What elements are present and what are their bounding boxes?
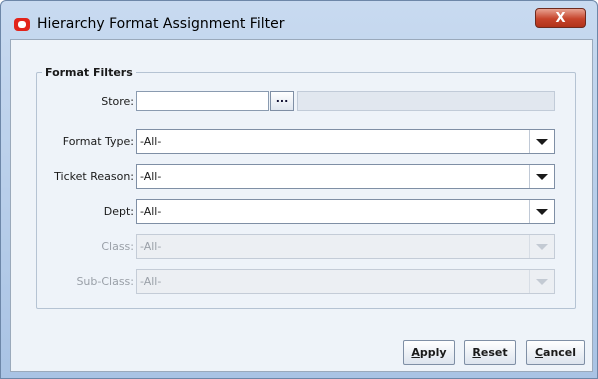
dept-select[interactable]: -All- bbox=[136, 199, 555, 224]
apply-mnemonic: A bbox=[411, 346, 420, 359]
chevron-down-icon[interactable] bbox=[529, 200, 554, 223]
ticket-reason-value: -All- bbox=[140, 170, 162, 183]
apply-label: pply bbox=[419, 346, 447, 359]
store-input[interactable] bbox=[136, 91, 269, 111]
class-value: -All- bbox=[140, 240, 162, 253]
group-title: Format Filters bbox=[42, 66, 136, 79]
dept-value: -All- bbox=[140, 205, 162, 218]
chevron-down-icon bbox=[529, 235, 554, 258]
store-browse-button[interactable]: ... bbox=[270, 91, 294, 111]
chevron-down-icon[interactable] bbox=[529, 130, 554, 153]
class-label: Class: bbox=[101, 240, 134, 253]
ticket-reason-label: Ticket Reason: bbox=[54, 170, 134, 183]
title-bar[interactable]: Hierarchy Format Assignment Filter X bbox=[1, 1, 597, 39]
reset-label: eset bbox=[480, 346, 508, 359]
dialog-window: Hierarchy Format Assignment Filter X For… bbox=[0, 0, 598, 379]
ticket-reason-select[interactable]: -All- bbox=[136, 164, 555, 189]
format-type-value: -All- bbox=[140, 135, 162, 148]
store-description-field bbox=[297, 91, 555, 111]
cancel-mnemonic: C bbox=[534, 346, 544, 359]
chevron-down-icon bbox=[529, 270, 554, 293]
sub-class-select: -All- bbox=[136, 269, 555, 294]
sub-class-value: -All- bbox=[140, 275, 162, 288]
window-title: Hierarchy Format Assignment Filter bbox=[37, 16, 285, 32]
cancel-button[interactable]: Cancel bbox=[526, 340, 585, 365]
store-label: Store: bbox=[101, 95, 134, 108]
sub-class-label: Sub-Class: bbox=[76, 275, 134, 288]
oracle-logo-icon bbox=[14, 18, 30, 31]
close-button[interactable]: X bbox=[535, 8, 586, 28]
reset-mnemonic: R bbox=[472, 346, 481, 359]
chevron-down-icon[interactable] bbox=[529, 165, 554, 188]
reset-button[interactable]: Reset bbox=[464, 340, 516, 365]
cancel-label: ancel bbox=[543, 346, 577, 359]
format-type-label: Format Type: bbox=[62, 135, 134, 148]
dialog-content: Format Filters Store: ... Format Type: -… bbox=[10, 39, 593, 372]
dept-label: Dept: bbox=[103, 205, 134, 218]
class-select: -All- bbox=[136, 234, 555, 259]
format-type-select[interactable]: -All- bbox=[136, 129, 555, 154]
apply-button[interactable]: Apply bbox=[403, 340, 455, 365]
